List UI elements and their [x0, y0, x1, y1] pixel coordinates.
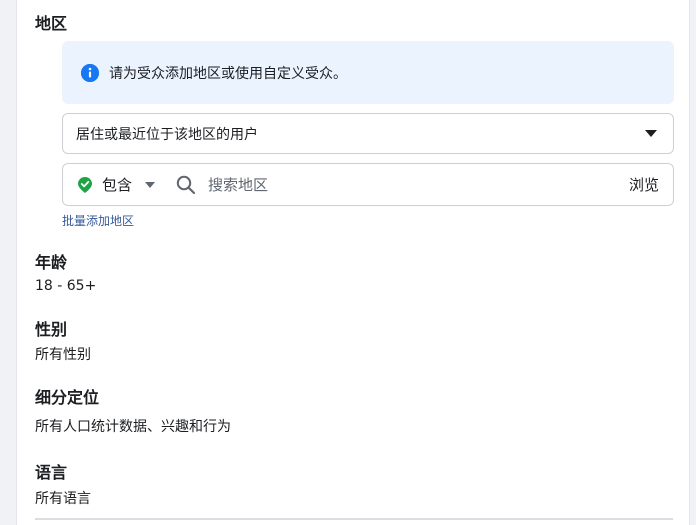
include-label: 包含 [102, 176, 133, 194]
include-exclude-selector[interactable]: 包含 [78, 174, 156, 195]
info-text: 请为受众添加地区或使用自定义受众。 [109, 65, 347, 82]
detailed-targeting-value: 所有人口统计数据、兴趣和行为 [35, 419, 231, 435]
age-title: 年龄 [35, 253, 68, 272]
caret-down-icon [645, 129, 657, 138]
location-search-row: 包含 浏览 [62, 163, 674, 206]
language-value: 所有语言 [35, 491, 91, 507]
info-icon [81, 63, 99, 82]
location-search-input[interactable] [206, 174, 601, 195]
location-info-banner: 请为受众添加地区或使用自定义受众。 [62, 41, 674, 104]
location-pin-check-icon [78, 176, 92, 193]
caret-down-icon [145, 181, 156, 188]
language-title: 语言 [35, 463, 68, 482]
gender-value: 所有性别 [35, 347, 91, 363]
location-type-value: 居住或最近位于该地区的用户 [76, 126, 258, 143]
section-divider [35, 518, 673, 520]
detailed-targeting-title: 细分定位 [35, 388, 100, 407]
browse-button[interactable]: 浏览 [629, 174, 659, 195]
location-type-dropdown[interactable]: 居住或最近位于该地区的用户 [62, 113, 674, 154]
bulk-add-locations-link[interactable]: 批量添加地区 [62, 212, 134, 229]
age-value: 18 - 65+ [35, 278, 97, 294]
gender-title: 性别 [35, 320, 68, 339]
location-title: 地区 [35, 14, 68, 33]
audience-panel: 地区 请为受众添加地区或使用自定义受众。 居住或最近位于该地区的用户 包含 搜索… [16, 0, 690, 525]
search-icon [176, 175, 196, 195]
